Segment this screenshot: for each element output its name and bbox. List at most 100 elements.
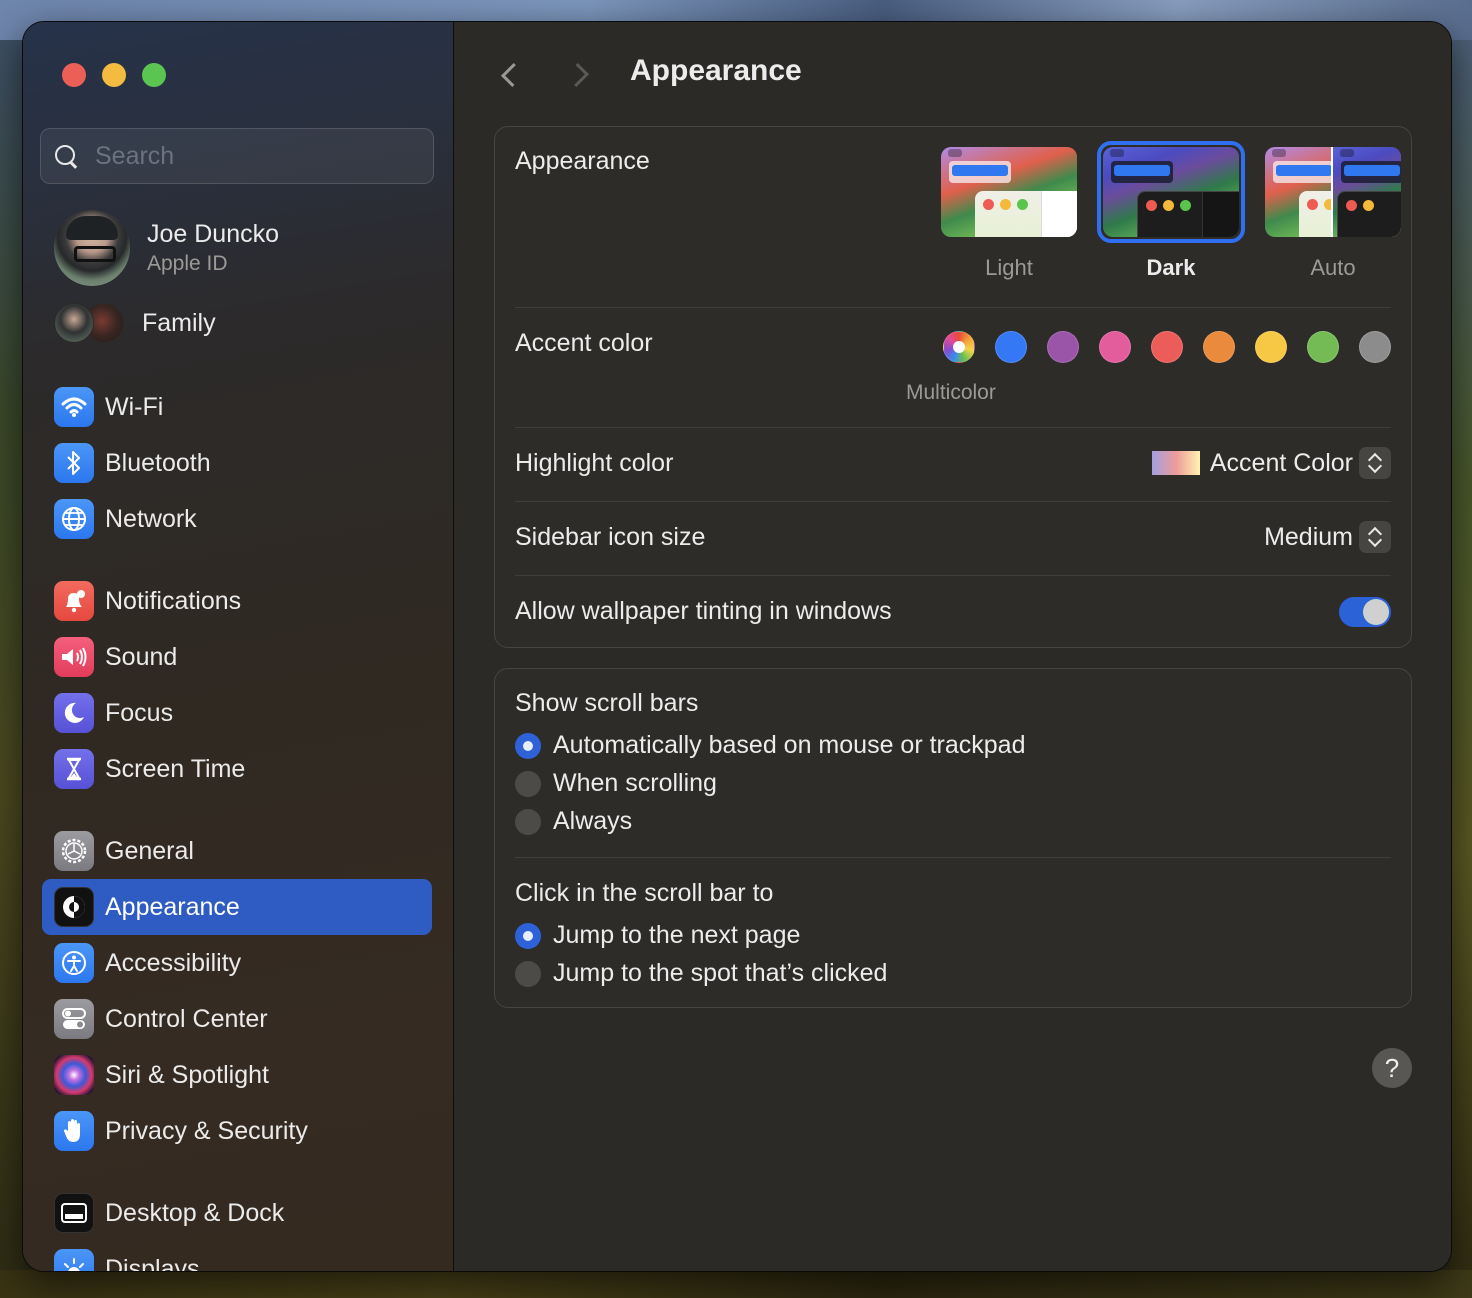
show-scroll-bars-title: Show scroll bars	[515, 689, 699, 717]
sidebar-item-wifi[interactable]: Wi-Fi	[42, 379, 432, 435]
sidebar-item-label: Wi-Fi	[105, 392, 164, 421]
moon-icon	[54, 693, 94, 733]
accent-swatch-orange[interactable]	[1203, 331, 1235, 363]
accessibility-icon	[54, 943, 94, 983]
radio-button	[515, 960, 541, 987]
radio-label: Jump to the spot that’s clicked	[553, 959, 888, 987]
sidebar-item-appearance[interactable]: Appearance	[42, 879, 432, 935]
hourglass-icon	[54, 749, 94, 789]
appearance-option-light[interactable]: Light	[935, 141, 1083, 281]
radio-button	[515, 732, 541, 759]
forward-button[interactable]	[564, 58, 593, 92]
sidebar-icon-size-label: Sidebar icon size	[515, 523, 706, 551]
divider	[515, 857, 1391, 858]
sidebar-item-label: Sound	[105, 642, 178, 671]
main-content: Appearance Appearance Light Dark Auto Ac…	[454, 22, 1451, 1271]
divider	[515, 501, 1391, 502]
radio-show-when-scrolling[interactable]: When scrolling	[515, 769, 717, 798]
accent-swatch-graphite[interactable]	[1359, 331, 1391, 363]
sidebar-item-siri-spotlight[interactable]: Siri & Spotlight	[42, 1047, 432, 1103]
sidebar-item-displays[interactable]: Displays	[42, 1241, 432, 1271]
help-button[interactable]: ?	[1372, 1048, 1412, 1088]
appearance-option-label: Light	[985, 255, 1033, 280]
appearance-label: Appearance	[515, 147, 650, 175]
dock-icon	[54, 1193, 94, 1233]
family-avatar	[54, 303, 94, 343]
radio-button	[515, 922, 541, 949]
accent-swatch-multicolor[interactable]	[943, 331, 975, 363]
radio-show-automatically[interactable]: Automatically based on mouse or trackpad	[515, 731, 1025, 760]
radio-jump-spot-clicked[interactable]: Jump to the spot that’s clicked	[515, 959, 887, 988]
radio-label: Always	[553, 807, 633, 835]
sidebar-item-general[interactable]: General	[42, 823, 432, 879]
siri-icon	[54, 1055, 94, 1095]
sidebar-icon-size-popup[interactable]: Medium	[1264, 521, 1391, 553]
search-icon	[53, 143, 79, 169]
radio-label: Jump to the next page	[553, 921, 801, 949]
radio-show-always[interactable]: Always	[515, 807, 632, 836]
sidebar-icon-size-value: Medium	[1264, 522, 1353, 551]
sidebar-item-privacy-security[interactable]: Privacy & Security	[42, 1103, 432, 1159]
family-item[interactable]: Family	[54, 303, 216, 343]
chevron-right-icon	[564, 62, 590, 88]
appearance-option-label: Auto	[1310, 255, 1356, 280]
radio-button	[515, 808, 541, 835]
accent-swatch-yellow[interactable]	[1255, 331, 1287, 363]
search-input[interactable]	[95, 141, 395, 171]
sidebar-item-network[interactable]: Network	[42, 491, 432, 547]
accent-swatch-red[interactable]	[1151, 331, 1183, 363]
accent-swatch-purple[interactable]	[1047, 331, 1079, 363]
close-button[interactable]	[62, 63, 86, 87]
accent-swatch-green[interactable]	[1307, 331, 1339, 363]
traffic-lights	[62, 63, 166, 87]
appearance-options: Light Dark Auto	[935, 141, 1407, 281]
highlight-color-popup[interactable]: Accent Color	[1151, 447, 1391, 479]
accent-color-row: Accent color Multicolor	[515, 329, 1391, 419]
sidebar-item-focus[interactable]: Focus	[42, 685, 432, 741]
sidebar-icon-size-row: Sidebar icon size Medium	[515, 521, 1391, 563]
highlight-color-row: Highlight color Accent Color	[515, 447, 1391, 489]
sidebar-item-label: Notifications	[105, 586, 242, 615]
sidebar-item-label: Appearance	[105, 892, 240, 921]
search-field[interactable]	[40, 128, 434, 184]
bell-icon	[54, 581, 94, 621]
wallpaper-tinting-toggle[interactable]	[1339, 597, 1391, 627]
appearance-icon	[54, 887, 94, 927]
light-mode-thumbnail	[941, 147, 1077, 237]
appearance-option-auto[interactable]: Auto	[1259, 141, 1407, 281]
system-settings-window: Joe Duncko Apple ID Family Wi-Fi	[22, 21, 1452, 1272]
back-button[interactable]	[497, 58, 526, 92]
appearance-option-dark[interactable]: Dark	[1097, 141, 1245, 281]
profile-subtitle: Apple ID	[147, 252, 228, 275]
zoom-button[interactable]	[142, 63, 166, 87]
accent-swatch-blue[interactable]	[995, 331, 1027, 363]
sidebar-item-screen-time[interactable]: Screen Time	[42, 741, 432, 797]
sidebar-item-label: General	[105, 836, 194, 865]
profile-name: Joe Duncko	[147, 220, 280, 248]
divider	[515, 575, 1391, 576]
family-label: Family	[142, 308, 216, 337]
highlight-color-value: Accent Color	[1209, 448, 1353, 477]
radio-jump-next-page[interactable]: Jump to the next page	[515, 921, 800, 950]
sidebar-item-label: Focus	[105, 698, 174, 727]
sidebar-item-label: Privacy & Security	[105, 1116, 308, 1145]
chevron-up-down-icon	[1359, 521, 1391, 553]
accent-swatch-pink[interactable]	[1099, 331, 1131, 363]
avatar	[54, 210, 130, 286]
highlight-color-preview	[1151, 451, 1200, 475]
page-title: Appearance	[630, 54, 802, 87]
sidebar-item-bluetooth[interactable]: Bluetooth	[42, 435, 432, 491]
sidebar-item-notifications[interactable]: Notifications	[42, 573, 432, 629]
sidebar-item-control-center[interactable]: Control Center	[42, 991, 432, 1047]
sidebar-item-accessibility[interactable]: Accessibility	[42, 935, 432, 991]
apple-id-profile[interactable]: Joe Duncko Apple ID	[54, 210, 279, 286]
wallpaper	[0, 40, 24, 1298]
minimize-button[interactable]	[102, 63, 126, 87]
accent-color-label: Accent color	[515, 329, 653, 357]
accent-caption: Multicolor	[906, 381, 996, 404]
sidebar-item-sound[interactable]: Sound	[42, 629, 432, 685]
click-scroll-bar-title: Click in the scroll bar to	[515, 879, 774, 907]
sidebar-item-label: Control Center	[105, 1004, 268, 1033]
sidebar-item-label: Accessibility	[105, 948, 242, 977]
sidebar-item-desktop-dock[interactable]: Desktop & Dock	[42, 1185, 432, 1241]
